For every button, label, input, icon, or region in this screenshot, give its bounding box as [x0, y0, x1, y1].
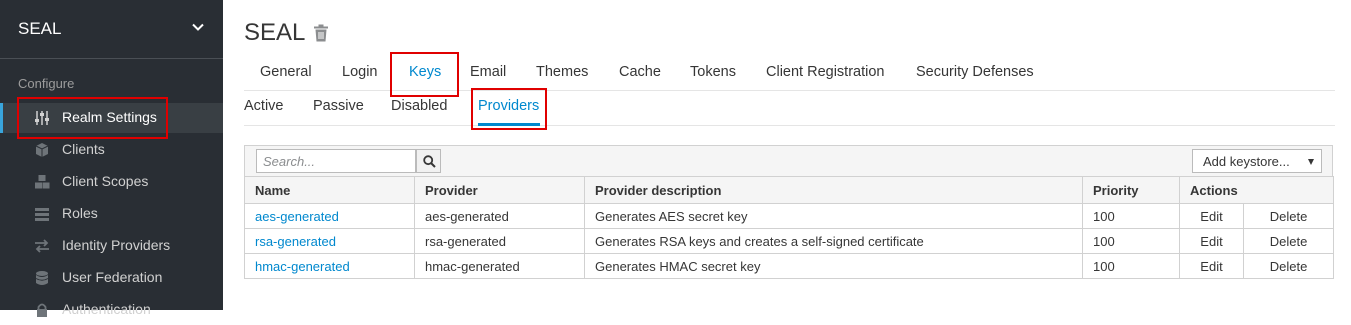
active-subtab-indicator [478, 123, 540, 126]
tab-cache[interactable]: Cache [619, 64, 661, 80]
caret-down-icon [1308, 159, 1314, 165]
table-row: aes-generated aes-generated Generates AE… [244, 203, 1335, 229]
realm-selector[interactable]: SEAL [0, 0, 223, 59]
tab-tokens[interactable]: Tokens [690, 64, 736, 80]
lock-icon [37, 303, 47, 317]
sidebar-item-label: Roles [62, 205, 98, 221]
tab-client-registration[interactable]: Client Registration [766, 64, 884, 80]
description-cell: Generates HMAC secret key [584, 253, 1083, 279]
sidebar-item-identity-providers[interactable]: Identity Providers [0, 231, 223, 261]
tab-email[interactable]: Email [470, 64, 506, 80]
search-icon [423, 155, 436, 168]
table-header-row: Name Provider Provider description Prior… [244, 176, 1335, 204]
search-button[interactable] [416, 149, 441, 173]
cubes-icon [35, 175, 50, 189]
chevron-down-icon [192, 23, 204, 31]
sidebar-item-user-federation[interactable]: User Federation [0, 263, 223, 293]
list-icon [35, 208, 49, 221]
column-header-provider-description: Provider description [584, 176, 1083, 204]
provider-name-link[interactable]: aes-generated [244, 203, 415, 229]
sidebar-item-roles[interactable]: Roles [0, 199, 223, 229]
sidebar-item-label: Identity Providers [62, 237, 171, 253]
priority-cell: 100 [1082, 203, 1180, 229]
database-icon [35, 271, 49, 285]
provider-cell: rsa-generated [414, 228, 585, 254]
priority-cell: 100 [1082, 253, 1180, 279]
edit-button[interactable]: Edit [1179, 228, 1244, 254]
description-cell: Generates AES secret key [584, 203, 1083, 229]
table-row: hmac-generated hmac-generated Generates … [244, 253, 1335, 279]
table-row: rsa-generated rsa-generated Generates RS… [244, 228, 1335, 254]
tab-security-defenses[interactable]: Security Defenses [916, 64, 1034, 80]
search-input[interactable] [256, 149, 416, 173]
page-title: SEAL [244, 19, 306, 46]
column-header-name: Name [244, 176, 415, 204]
delete-button[interactable]: Delete [1242, 203, 1335, 229]
add-keystore-value: Add keystore... [1203, 154, 1290, 169]
provider-cell: hmac-generated [414, 253, 585, 279]
table-toolbar: Add keystore... [244, 145, 1333, 177]
tab-login[interactable]: Login [342, 64, 377, 80]
subtab-passive[interactable]: Passive [313, 98, 364, 114]
delete-button[interactable]: Delete [1242, 228, 1335, 254]
subtab-active[interactable]: Active [244, 98, 284, 114]
edit-button[interactable]: Edit [1179, 253, 1244, 279]
sidebar-item-label: Authentication [62, 301, 151, 317]
sidebar-item-client-scopes[interactable]: Client Scopes [0, 167, 223, 197]
cube-icon [35, 143, 49, 157]
sidebar-item-clients[interactable]: Clients [0, 135, 223, 165]
provider-name-link[interactable]: hmac-generated [244, 253, 415, 279]
sidebar-item-label: Clients [62, 141, 105, 157]
sidebar-item-label: User Federation [62, 269, 163, 285]
description-cell: Generates RSA keys and creates a self-si… [584, 228, 1083, 254]
delete-button[interactable]: Delete [1242, 253, 1335, 279]
section-label-configure: Configure [18, 76, 75, 91]
sidebar: SEAL Configure Realm Settings Clients Cl… [0, 0, 223, 317]
sliders-icon [35, 111, 49, 125]
column-header-actions: Actions [1178, 176, 1335, 204]
primary-tabs: General Login Keys Email Themes Cache To… [244, 55, 1335, 91]
sidebar-item-authentication[interactable]: Authentication [0, 295, 223, 325]
subtab-disabled[interactable]: Disabled [391, 98, 447, 114]
sidebar-item-label: Client Scopes [62, 173, 149, 189]
tab-themes[interactable]: Themes [536, 64, 588, 80]
sidebar-item-realm-settings[interactable]: Realm Settings [0, 103, 223, 133]
add-keystore-select[interactable]: Add keystore... [1192, 149, 1322, 173]
provider-name-link[interactable]: rsa-generated [244, 228, 415, 254]
providers-table: Name Provider Provider description Prior… [244, 176, 1335, 279]
realm-name: SEAL [18, 19, 62, 38]
edit-button[interactable]: Edit [1179, 203, 1244, 229]
exchange-icon [35, 239, 49, 253]
tab-keys[interactable]: Keys [409, 64, 441, 80]
provider-cell: aes-generated [414, 203, 585, 229]
tab-general[interactable]: General [260, 64, 312, 80]
secondary-tabs: Active Passive Disabled Providers [244, 89, 1335, 126]
trash-icon[interactable] [313, 24, 329, 42]
column-header-provider: Provider [414, 176, 585, 204]
sidebar-item-label: Realm Settings [62, 109, 157, 125]
column-header-priority: Priority [1082, 176, 1180, 204]
subtab-providers[interactable]: Providers [478, 98, 539, 114]
priority-cell: 100 [1082, 228, 1180, 254]
